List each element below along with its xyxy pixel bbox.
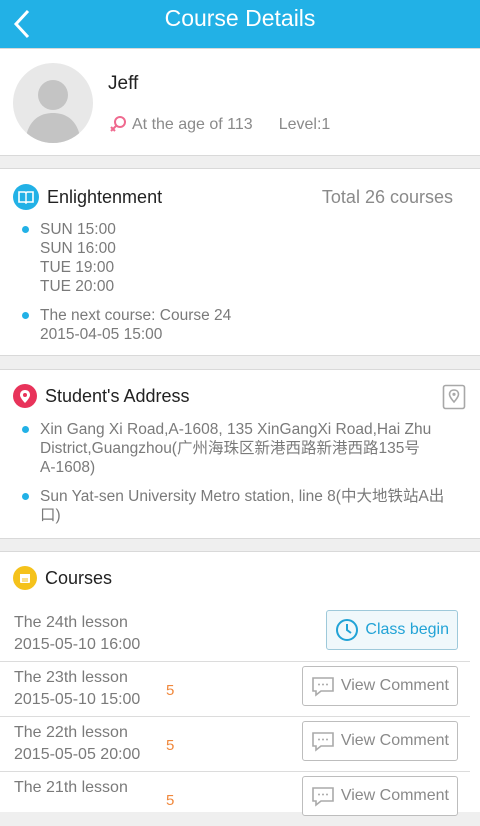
address-line-2: Sun Yat-sen University Metro station, li… (22, 487, 444, 525)
course-row: The 23th lesson 2015-05-10 15:00 5 View … (0, 662, 470, 717)
comment-icon (312, 677, 334, 697)
address-card: Student's Address Xin Gang Xi Road,A-160… (0, 369, 480, 539)
lesson-info: The 21th lesson (14, 777, 128, 799)
view-comment-label: View Comment (340, 787, 449, 804)
view-comment-label: View Comment (340, 732, 449, 749)
lesson-name: The 21th lesson (14, 779, 128, 796)
clock-icon (336, 619, 359, 641)
total-courses: Total 26 courses (321, 187, 453, 207)
map-pin-icon (442, 384, 466, 410)
comment-icon (312, 787, 334, 807)
address-text-1: Xin Gang Xi Road,A-1608, 135 XinGangXi R… (40, 421, 432, 476)
enlightenment-card: Enlightenment Total 26 courses SUN 15:00… (0, 168, 480, 356)
enlightenment-heading: Enlightenment (13, 184, 162, 210)
enlightenment-title: Enlightenment (47, 186, 163, 207)
address-title: Student's Address (45, 385, 190, 406)
comment-count: 5 (166, 792, 175, 809)
student-level: Level:1 (278, 116, 331, 133)
course-row: The 21th lesson 5 View Comment (0, 772, 470, 826)
view-comment-button[interactable]: View Comment (301, 666, 458, 706)
view-comment-button[interactable]: View Comment (301, 721, 458, 761)
class-begin-label: Class begin (365, 621, 449, 638)
lesson-info: The 23th lesson 2015-05-10 15:00 (14, 667, 140, 711)
page-title: Course Details (164, 5, 316, 31)
comment-icon (312, 732, 334, 752)
lesson-info: The 22th lesson 2015-05-05 20:00 (14, 722, 140, 766)
course-row: The 24th lesson 2015-05-10 16:00 Class b… (0, 607, 470, 662)
student-profile-card: Jeff At the age of 113 Level:1 (0, 48, 480, 156)
next-course: The next course: Course 24 2015-04-05 15… (22, 306, 231, 344)
map-button[interactable] (442, 384, 466, 410)
calendar-icon (13, 566, 37, 590)
avatar (13, 63, 93, 143)
address-heading: Student's Address (13, 384, 190, 408)
lesson-info: The 24th lesson 2015-05-10 16:00 (14, 612, 140, 656)
lesson-name: The 24th lesson (14, 614, 128, 631)
student-name: Jeff (108, 73, 139, 94)
address-line-1: Xin Gang Xi Road,A-1608, 135 XinGangXi R… (22, 420, 431, 477)
address-text-2: Sun Yat-sen University Metro station, li… (40, 488, 445, 524)
student-age: At the age of 113 (132, 116, 253, 133)
next-course-text: The next course: Course 24 2015-04-05 15… (40, 307, 232, 343)
view-comment-button[interactable]: View Comment (301, 776, 458, 816)
lesson-datetime: 2015-05-10 16:00 (14, 636, 141, 653)
courses-title: Courses (45, 567, 113, 588)
lesson-name: The 23th lesson (14, 669, 128, 686)
person-placeholder-icon (25, 80, 81, 143)
lesson-datetime: 2015-05-05 20:00 (14, 746, 141, 763)
student-meta: At the age of 113 Level:1 (108, 115, 330, 135)
comment-count: 5 (166, 737, 175, 754)
female-icon (110, 116, 126, 132)
class-begin-button[interactable]: Class begin (326, 610, 458, 650)
courses-card: Courses The 24th lesson 2015-05-10 16:00… (0, 551, 480, 816)
book-icon (13, 184, 39, 210)
courses-heading: Courses (13, 566, 112, 590)
schedule-list: SUN 15:00 SUN 16:00 TUE 19:00 TUE 20:00 (22, 220, 116, 296)
comment-count: 5 (166, 682, 175, 699)
app-header: Course Details (0, 0, 480, 48)
course-row: The 22th lesson 2015-05-05 20:00 5 View … (0, 717, 470, 772)
lesson-name: The 22th lesson (14, 724, 128, 741)
lesson-datetime: 2015-05-10 15:00 (14, 691, 141, 708)
location-pin-icon (13, 384, 37, 408)
schedule-times: SUN 15:00 SUN 16:00 TUE 19:00 TUE 20:00 (40, 221, 116, 295)
view-comment-label: View Comment (340, 677, 449, 694)
